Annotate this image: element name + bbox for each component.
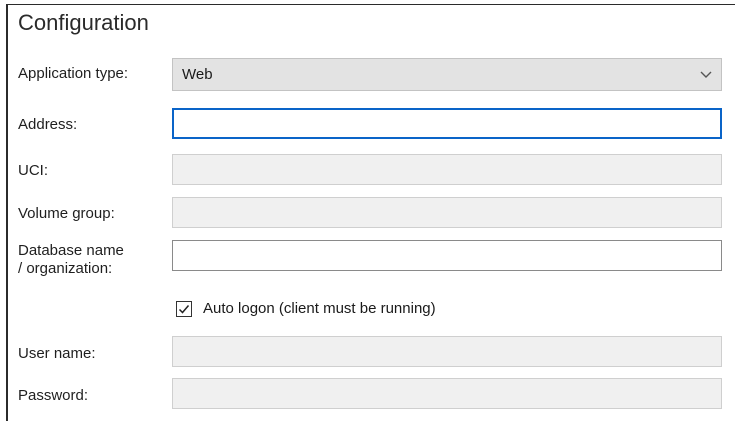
application-type-value: Web xyxy=(182,66,213,83)
application-type-label: Application type: xyxy=(18,65,129,82)
password-label: Password: xyxy=(18,387,89,404)
auto-logon-checkbox[interactable] xyxy=(176,301,192,317)
user-name-label: User name: xyxy=(18,345,96,362)
address-input[interactable] xyxy=(172,108,722,139)
user-name-field[interactable] xyxy=(172,336,722,367)
auto-logon-label[interactable]: Auto logon (client must be running) xyxy=(203,300,436,317)
address-label: Address: xyxy=(18,116,78,133)
configuration-panel: Configuration Application type: Web Addr… xyxy=(0,0,735,421)
panel-border-left xyxy=(6,4,8,421)
password-field[interactable] xyxy=(172,378,722,409)
chevron-down-icon xyxy=(700,71,712,78)
uci-field[interactable] xyxy=(172,154,722,185)
volume-group-label: Volume group: xyxy=(18,205,115,222)
section-title: Configuration xyxy=(18,10,149,35)
database-name-label-line2: / organization: xyxy=(18,260,113,277)
uci-label: UCI: xyxy=(18,162,48,179)
volume-group-field[interactable] xyxy=(172,197,722,228)
database-name-input[interactable] xyxy=(172,240,722,271)
panel-border-top xyxy=(6,4,735,5)
checkmark-icon xyxy=(178,305,190,314)
database-name-label-line1: Database name xyxy=(18,242,124,259)
application-type-select[interactable]: Web xyxy=(172,58,722,91)
